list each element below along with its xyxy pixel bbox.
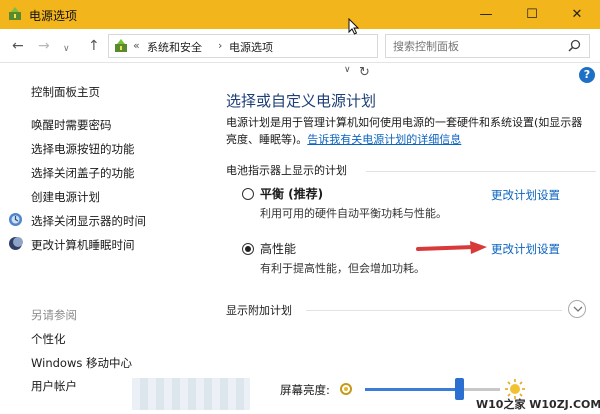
brightness-label: 屏幕亮度: [280, 383, 330, 397]
back-button[interactable]: ← [12, 38, 24, 54]
breadcrumb-separator: › [218, 39, 223, 52]
search-input[interactable] [386, 35, 566, 57]
brightness-low-icon [340, 383, 352, 395]
minimize-button[interactable]: — [463, 0, 509, 29]
sidebar-item-power-button[interactable]: 选择电源按钮的功能 [31, 141, 135, 157]
plan-high-performance-settings-link[interactable]: 更改计划设置 [491, 241, 560, 257]
sidebar-item-mobility-center[interactable]: Windows 移动中心 [31, 355, 132, 371]
watermark: W10之家 W10ZJ.COM [476, 398, 600, 411]
search-box[interactable] [385, 34, 590, 58]
page-title: 选择或自定义电源计划 [226, 92, 377, 110]
sidebar-item-sleep-time[interactable]: 更改计算机睡眠时间 [31, 237, 135, 253]
section-divider [366, 171, 596, 172]
red-arrow-annotation [416, 241, 487, 254]
section-label: 电池指示器上显示的计划 [226, 164, 347, 177]
breadcrumb-system-security[interactable]: 系统和安全 [147, 39, 202, 55]
breadcrumb[interactable]: « 系统和安全 › 电源选项 [108, 34, 378, 58]
maximize-button[interactable]: ☐ [509, 0, 555, 29]
sidebar-item-lid-close[interactable]: 选择关闭盖子的功能 [31, 165, 135, 181]
sidebar-item-create-plan[interactable]: 创建电源计划 [31, 189, 100, 205]
show-additional-plans-label[interactable]: 显示附加计划 [226, 302, 292, 318]
recent-locations-button[interactable]: ∨ [63, 41, 70, 57]
sidebar-item-home[interactable]: 控制面板主页 [31, 84, 100, 100]
expand-plans-button[interactable] [568, 300, 586, 318]
moon-icon [9, 237, 23, 250]
plan-balanced-name[interactable]: 平衡 (推荐) [260, 185, 323, 202]
up-button[interactable]: ↑ [88, 38, 100, 54]
page-description: 电源计划是用于管理计算机如何使用电源的一套硬件和系统设置(如显示器亮度、睡眠等)… [226, 114, 586, 148]
obscured-region [132, 378, 250, 410]
window-title: 电源选项 [29, 9, 78, 23]
address-bar: ← → ∨ ↑ « 系统和安全 › 电源选项 ∨ ↻ [0, 29, 600, 80]
sidebar-item-personalization[interactable]: 个性化 [31, 331, 66, 347]
see-also-heading: 另请参阅 [31, 308, 77, 322]
breadcrumb-overflow[interactable]: « [133, 39, 140, 52]
show-more-divider [306, 310, 562, 311]
plan-balanced-description: 利用可用的硬件自动平衡功耗与性能。 [260, 207, 447, 220]
monitor-icon [9, 213, 22, 226]
title-bar: 电源选项 — ☐ ✕ [0, 0, 600, 29]
mouse-cursor-icon [348, 18, 359, 35]
control-panel-icon [115, 39, 127, 52]
forward-button[interactable]: → [38, 38, 50, 54]
sidebar: 控制面板主页 唤醒时需要密码 选择电源按钮的功能 选择关闭盖子的功能 创建电源计… [0, 64, 206, 414]
plan-high-performance-name[interactable]: 高性能 [260, 240, 296, 257]
plan-balanced-settings-link[interactable]: 更改计划设置 [491, 187, 560, 203]
learn-more-link[interactable]: 告诉我有关电源计划的详细信息 [307, 133, 461, 146]
brightness-slider-fill [365, 388, 460, 391]
sidebar-item-wake-password[interactable]: 唤醒时需要密码 [31, 117, 112, 133]
breadcrumb-power-options[interactable]: 电源选项 [229, 39, 273, 55]
close-button[interactable]: ✕ [554, 0, 600, 29]
plan-high-performance-description: 有利于提高性能，但会增加功耗。 [260, 262, 425, 275]
search-icon[interactable] [568, 39, 581, 52]
main-content: 选择或自定义电源计划 电源计划是用于管理计算机如何使用电源的一套硬件和系统设置(… [206, 64, 600, 414]
plan-balanced-radio[interactable] [242, 188, 254, 200]
brightness-slider-thumb[interactable] [455, 378, 464, 400]
chevron-down-icon [573, 306, 583, 312]
plan-high-performance-radio[interactable] [242, 243, 254, 255]
power-options-icon [9, 7, 21, 20]
sidebar-item-display-off[interactable]: 选择关闭显示器的时间 [31, 213, 146, 229]
